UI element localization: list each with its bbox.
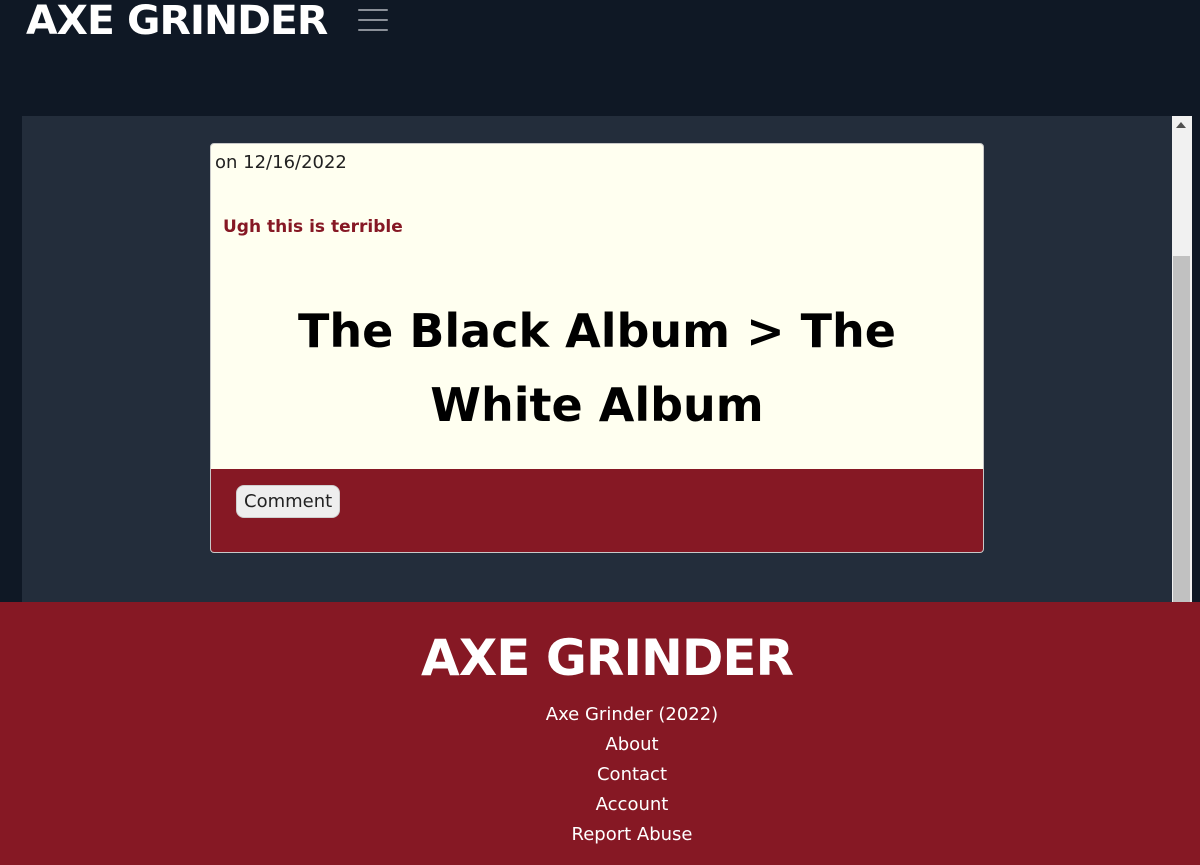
footer-logo: AXE GRINDER [421,629,794,687]
vertical-scrollbar[interactable] [1172,116,1192,602]
footer-link-contact[interactable]: Contact [64,760,1200,790]
footer-link-copyright[interactable]: Axe Grinder (2022) [64,700,1200,730]
footer-link-report-abuse[interactable]: Report Abuse [64,820,1200,850]
hamburger-menu-icon[interactable] [355,5,391,35]
post-card-footer: Comment [211,469,983,552]
post-date: on 12/16/2022 [215,152,347,173]
comment-button[interactable]: Comment [236,485,341,518]
post-title: The Black Album > The White Album [298,304,896,432]
footer-link-account[interactable]: Account [64,790,1200,820]
site-header: AXE GRINDER [0,0,1200,116]
post-card: on 12/16/2022 Ugh this is terrible The B… [210,143,984,553]
scrollbar-thumb[interactable] [1173,256,1190,602]
menu-bar-bottom [358,29,388,31]
menu-bar-top [358,9,388,11]
scroll-up-arrow-icon[interactable] [1176,122,1186,128]
site-footer: AXE GRINDER Axe Grinder (2022) About Con… [0,602,1200,865]
site-logo[interactable]: AXE GRINDER [26,0,328,46]
footer-link-about[interactable]: About [64,730,1200,760]
page-edge [1192,116,1200,602]
post-subtitle: Ugh this is terrible [223,217,403,237]
footer-nav: Axe Grinder (2022) About Contact Account… [0,700,1200,850]
menu-bar-middle [358,19,388,21]
